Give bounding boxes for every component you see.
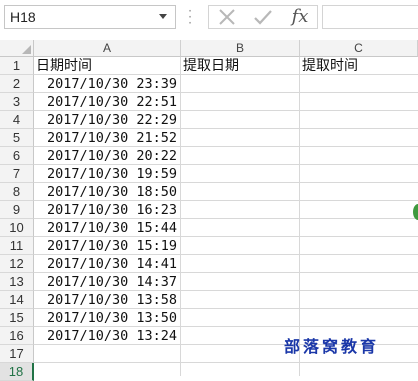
datetime-cell[interactable]: 2017/10/30 14:37 (34, 273, 180, 291)
row-header[interactable]: 10 (0, 219, 34, 237)
datetime-cell[interactable]: 2017/10/30 13:58 (34, 291, 180, 309)
datetime-cell[interactable]: 2017/10/30 15:19 (34, 237, 180, 255)
row-header[interactable]: 15 (0, 309, 34, 327)
row-header[interactable]: 13 (0, 273, 34, 291)
formula-input[interactable] (322, 5, 418, 29)
name-box-value: H18 (10, 9, 36, 25)
row-header[interactable]: 14 (0, 291, 34, 309)
datetime-cell[interactable]: 2017/10/30 19:59 (34, 165, 180, 183)
dropdown-arrow-icon[interactable] (159, 14, 167, 19)
fx-icon[interactable]: fx (285, 6, 315, 28)
cancel-x-icon[interactable] (213, 6, 241, 28)
row-header[interactable]: 9 (0, 201, 34, 219)
datetime-cell[interactable]: 2017/10/30 23:39 (34, 75, 180, 93)
datetime-cell[interactable]: 2017/10/30 13:50 (34, 309, 180, 327)
vertical-dots-icon: · · · (188, 4, 192, 30)
row-header[interactable]: 12 (0, 255, 34, 273)
row-header[interactable]: 11 (0, 237, 34, 255)
column-header-a[interactable]: A (34, 40, 181, 57)
datetime-cell[interactable]: 2017/10/30 22:29 (34, 111, 180, 129)
row-header[interactable]: 17 (0, 345, 34, 363)
cell-b1[interactable]: 提取日期 (181, 57, 299, 75)
formula-buttons: fx (208, 5, 318, 29)
formula-bar: H18 · · · fx (0, 0, 418, 36)
fx-label: fx (291, 6, 309, 27)
datetime-cell[interactable]: 2017/10/30 16:23 (34, 201, 180, 219)
watermark-text: 部落窝教育 (284, 337, 380, 356)
row-header[interactable]: 5 (0, 129, 34, 147)
cell-c1[interactable]: 提取时间 (300, 57, 418, 75)
row-header[interactable]: 8 (0, 183, 34, 201)
row-header[interactable]: 2 (0, 75, 34, 93)
enter-check-icon[interactable] (249, 6, 277, 28)
row-header[interactable]: 16 (0, 327, 34, 345)
cell-a1[interactable]: 日期时间 (34, 57, 180, 75)
column-header-c[interactable]: C (300, 40, 418, 57)
datetime-cell[interactable]: 2017/10/30 20:22 (34, 147, 180, 165)
datetime-cell[interactable]: 2017/10/30 14:41 (34, 255, 180, 273)
row-header[interactable]: 6 (0, 147, 34, 165)
datetime-cell[interactable]: 2017/10/30 21:52 (34, 129, 180, 147)
name-box[interactable]: H18 (4, 5, 176, 29)
datetime-cell[interactable]: 2017/10/30 15:44 (34, 219, 180, 237)
datetime-cell[interactable]: 2017/10/30 18:50 (34, 183, 180, 201)
datetime-cell[interactable]: 2017/10/30 22:51 (34, 93, 180, 111)
row-header[interactable]: 1 (0, 57, 34, 75)
row-header[interactable]: 7 (0, 165, 34, 183)
select-all-button[interactable] (0, 40, 34, 57)
row-header[interactable]: 3 (0, 93, 34, 111)
row-header[interactable]: 4 (0, 111, 34, 129)
column-header-b[interactable]: B (181, 40, 300, 57)
spreadsheet-grid: A B C 1 2 3 4 5 6 7 8 9 10 11 12 13 14 1… (0, 40, 418, 381)
partial-floating-icon (413, 204, 418, 220)
row-header-selected[interactable]: 18 (0, 363, 34, 381)
cells-area[interactable]: 日期时间 提取日期 提取时间 2017/10/30 23:39 2017/10/… (34, 57, 418, 376)
datetime-cell[interactable]: 2017/10/30 13:24 (34, 327, 180, 345)
